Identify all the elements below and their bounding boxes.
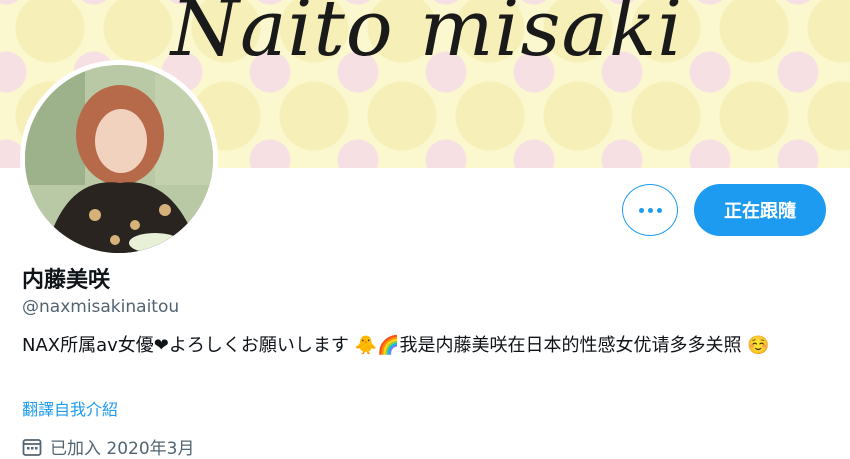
avatar-photo	[25, 65, 213, 253]
three-dots-icon	[638, 207, 662, 213]
display-name: 内藤美咲	[22, 268, 111, 293]
user-handle: @naxmisakinaitou	[22, 297, 180, 317]
bio-text-1: NAX所属av女優	[22, 335, 154, 356]
profile-bio: NAX所属av女優❤よろしくお願いします 🐥🌈我是内藤美咲在日本的性感女优请多多…	[22, 332, 822, 360]
avatar[interactable]	[20, 60, 218, 258]
heart-icon: ❤	[153, 335, 169, 356]
rainbow-emoji-icon: 🌈	[377, 335, 400, 356]
calendar-icon	[22, 438, 42, 456]
following-button[interactable]: 正在跟隨	[694, 184, 826, 236]
bio-text-2: よろしくお願いします	[168, 335, 349, 356]
translate-bio-link[interactable]: 翻譯自我介紹	[22, 396, 118, 420]
chick-emoji-icon: 🐥	[354, 335, 378, 356]
smile-emoji-icon: ☺️	[747, 335, 770, 356]
joined-label: 已加入 2020年3月	[50, 439, 195, 459]
joined-date: 已加入 2020年3月	[22, 434, 194, 459]
bio-text-3: 我是内藤美咲在日本的性感女优请多多关照	[399, 335, 742, 356]
more-options-button[interactable]	[622, 184, 678, 236]
